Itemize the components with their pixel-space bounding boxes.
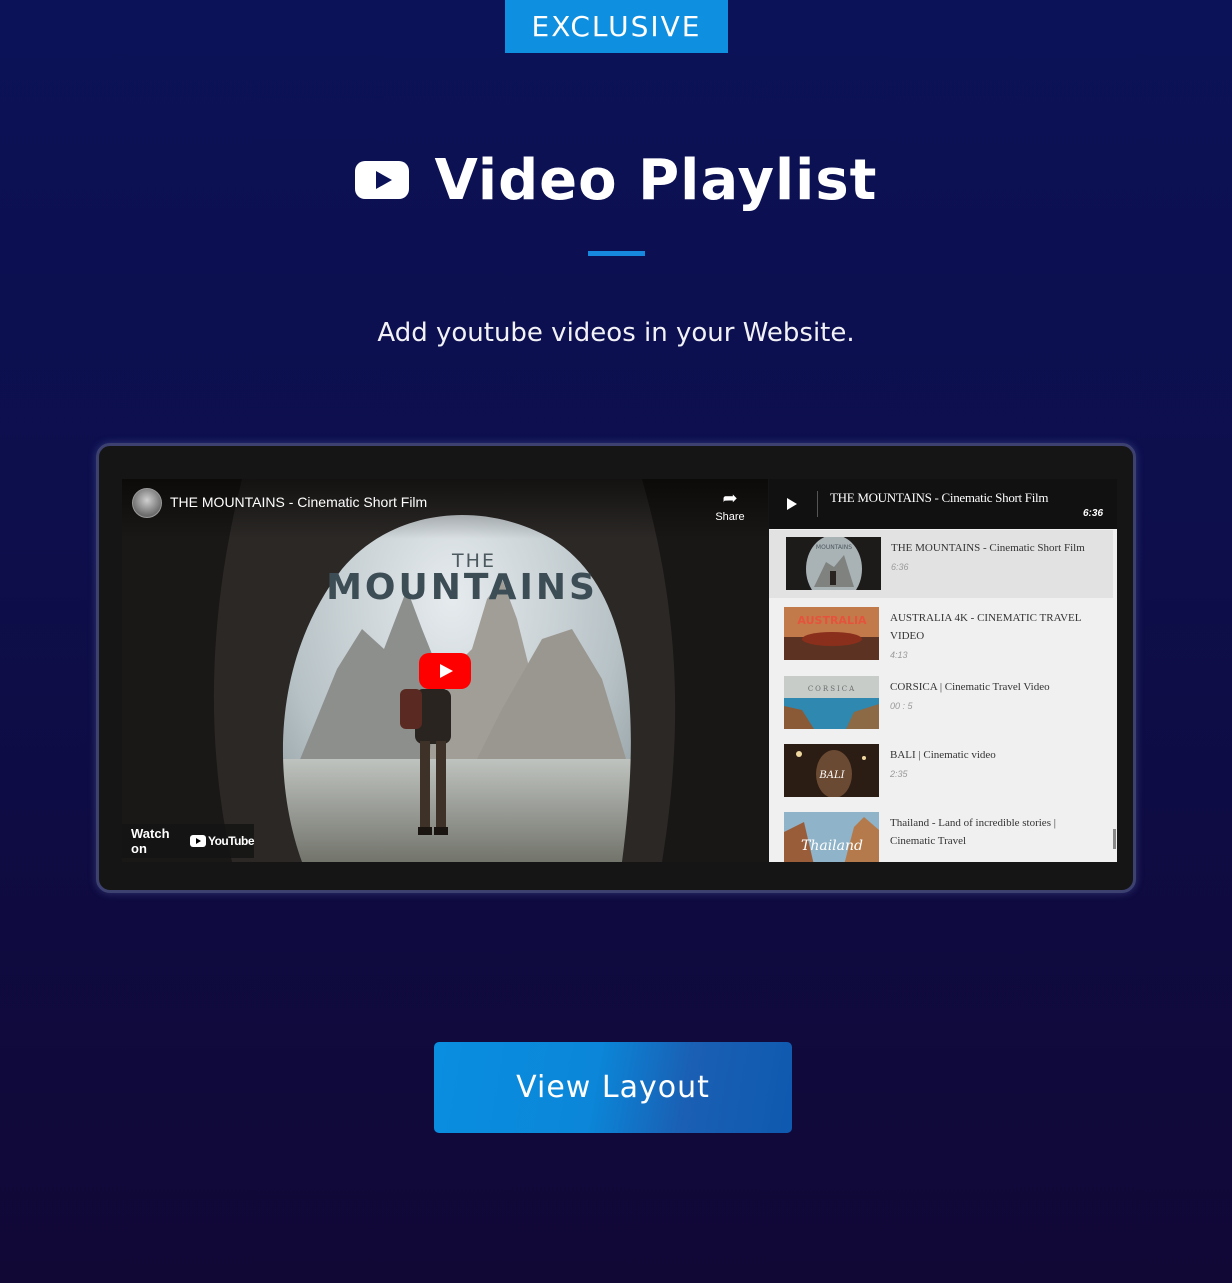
page-title-row: Video Playlist [0, 140, 1232, 220]
player-top-bar: THE MOUNTAINS - Cinematic Short Film [122, 479, 768, 539]
playlist-item-duration: 6:36 [891, 562, 909, 572]
share-button[interactable]: ➦ Share [710, 489, 750, 523]
playlist-thumb-label: CORSICA [808, 685, 856, 693]
exclusive-badge: EXCLUSIVE [505, 0, 728, 53]
playlist-panel: THE MOUNTAINS - Cinematic Short Film 6:3… [769, 479, 1117, 862]
youtube-mini-icon [189, 835, 206, 847]
playlist-thumb: MOUNTAINS [786, 537, 881, 590]
playlist-item-duration: 00 : 5 [890, 701, 913, 711]
playlist-item[interactable]: AUSTRALIA AUSTRALIA 4K - CINEMATIC TRAVE… [769, 600, 1113, 668]
playlist-item-text: Thailand - Land of incredible stories | … [890, 814, 1090, 850]
playlist-item[interactable]: Thailand Thailand - Land of incredible s… [769, 805, 1113, 862]
playlist-item-text: THE MOUNTAINS - Cinematic Short Film 6:3… [891, 539, 1091, 577]
playlist-item-title: Thailand - Land of incredible stories | … [890, 817, 1056, 847]
thumb-text-mountains: MOUNTAINS [326, 567, 598, 608]
playlist-item-title: BALI | Cinematic video [890, 749, 996, 761]
playlist-thumb: CORSICA [784, 676, 879, 729]
playlist-item-title: CORSICA | Cinematic Travel Video [890, 681, 1050, 693]
playlist-scroll-thumb[interactable] [1113, 829, 1116, 849]
player-frame: THE MOUNTAINS THE MOUNTAINS - Cinematic … [96, 443, 1136, 893]
now-playing-title: THE MOUNTAINS - Cinematic Short Film [830, 490, 1049, 505]
youtube-wordmark: YouTube [189, 834, 255, 848]
playlist-item-title: THE MOUNTAINS - Cinematic Short Film [891, 542, 1085, 554]
playlist-thumb-label: MOUNTAINS [816, 544, 852, 551]
player-video-title[interactable]: THE MOUNTAINS - Cinematic Short Film [170, 494, 427, 510]
channel-avatar[interactable] [132, 488, 162, 518]
playlist-header-divider [817, 491, 818, 517]
page-subtitle: Add youtube videos in your Website. [377, 318, 855, 348]
now-playing-duration: 6:36 [1082, 508, 1103, 519]
playlist-item-duration: 2:35 [890, 769, 908, 779]
playlist-scrollbar[interactable] [1113, 599, 1117, 862]
playlist-play-icon[interactable] [787, 498, 797, 510]
youtube-word: YouTube [207, 834, 255, 848]
playlist-thumb: AUSTRALIA [784, 607, 879, 660]
play-button[interactable] [419, 653, 471, 689]
playlist-thumb-label: AUSTRALIA [797, 614, 867, 627]
youtube-icon [354, 161, 409, 199]
share-icon: ➦ [722, 488, 738, 508]
title-divider [588, 251, 645, 256]
playlist-header[interactable]: THE MOUNTAINS - Cinematic Short Film 6:3… [769, 479, 1117, 529]
page-title: Video Playlist [434, 147, 878, 213]
playlist-item-text: BALI | Cinematic video 2:35 [890, 746, 1090, 784]
playlist-item-text: AUSTRALIA 4K - CINEMATIC TRAVEL VIDEO 4:… [890, 609, 1090, 665]
share-label: Share [715, 511, 745, 523]
watch-on-youtube[interactable]: Watch on YouTube [122, 824, 255, 858]
video-player[interactable]: THE MOUNTAINS THE MOUNTAINS - Cinematic … [122, 479, 768, 862]
playlist-thumb-label: BALI [818, 770, 845, 781]
playlist-thumb: Thailand [784, 812, 879, 862]
playlist-item-duration: 4:13 [890, 650, 908, 660]
view-layout-button[interactable]: View Layout [434, 1042, 792, 1133]
playlist-item-title: AUSTRALIA 4K - CINEMATIC TRAVEL VIDEO [890, 612, 1082, 642]
playlist-item-text: CORSICA | Cinematic Travel Video 00 : 5 [890, 678, 1090, 716]
playlist-item[interactable]: BALI BALI | Cinematic video 2:35 [769, 737, 1113, 805]
playlist-item[interactable]: MOUNTAINS THE MOUNTAINS - Cinematic Shor… [769, 530, 1113, 598]
playlist-thumb: BALI [784, 744, 879, 797]
playlist-item[interactable]: CORSICA CORSICA | Cinematic Travel Video… [769, 669, 1113, 737]
watch-on-label: Watch on [131, 826, 170, 856]
playlist-thumb-label: Thailand [801, 838, 863, 854]
